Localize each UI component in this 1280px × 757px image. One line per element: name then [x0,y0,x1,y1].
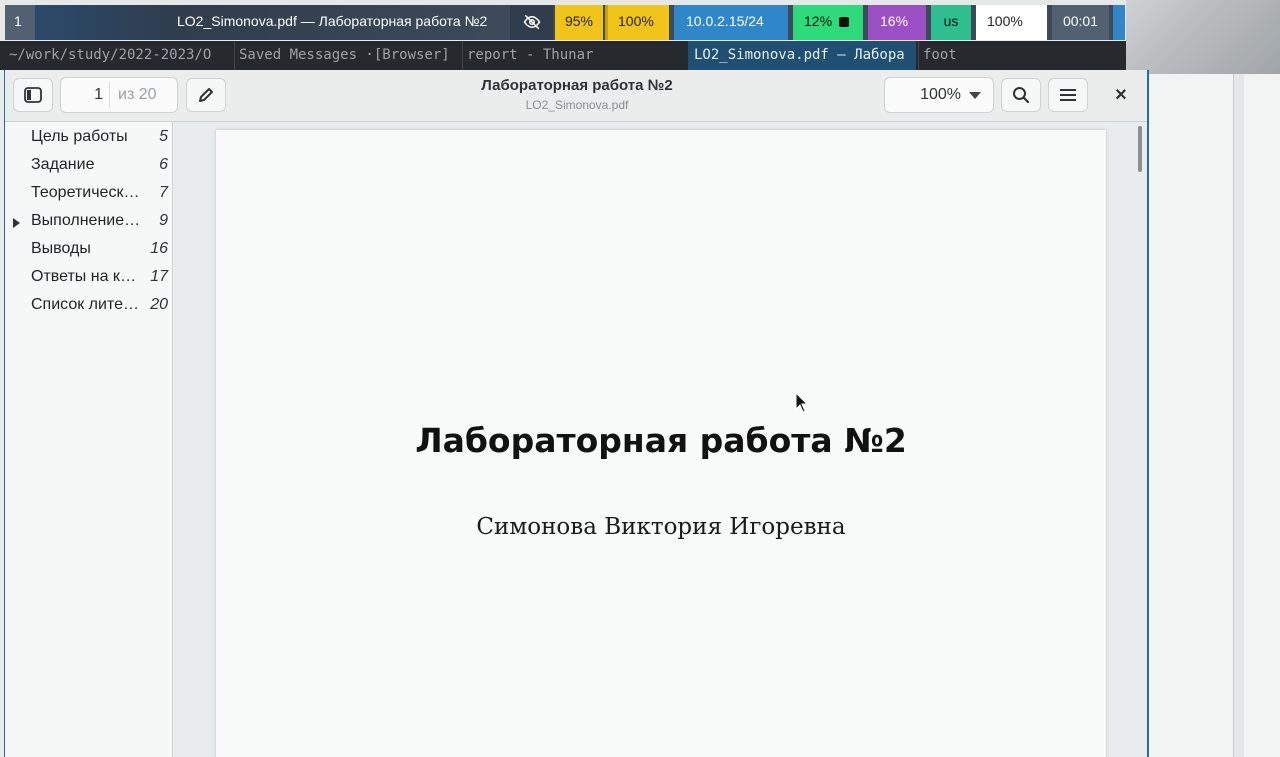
tab-browser[interactable]: Saved Messages ·[Browser] [234,41,462,70]
outline-item[interactable]: Список литературы 20 [5,292,172,320]
chevron-down-icon [969,92,981,99]
pencil-icon [199,88,213,102]
annotate-button[interactable] [186,78,226,112]
page-heading: Лабораторная работа №2 [415,421,907,460]
tab-terminal[interactable]: ~/work/study/2022-2023/O [5,41,233,70]
main-menu-button[interactable] [1048,78,1088,112]
tab-pdf-viewer[interactable]: LO2_Simonova.pdf — Лабора [688,41,916,70]
outline-item-label: Список литературы [31,296,141,313]
clock: 00:01 [1052,5,1109,40]
window-tab-strip: ~/work/study/2022-2023/O Saved Messages … [0,41,1126,70]
cpu-usage: 12% [793,5,863,40]
status-bar-segments: 1 LO2_Simonova.pdf — Лабораторная работа… [5,5,1125,40]
pdf-page: Лабораторная работа №2 Симонова Виктория… [216,130,1106,757]
tab-thunar[interactable]: report - Thunar [462,41,688,70]
outline-item-page: 6 [159,156,168,173]
page-total: из 20 [118,86,157,103]
system-status-bar: 1 LO2_Simonova.pdf — Лабораторная работа… [0,0,1280,40]
page-separator [109,82,110,108]
disk-usage: 95% [555,5,603,40]
document-viewport[interactable]: Лабораторная работа №2 Симонова Виктория… [173,122,1147,757]
outline-item-label: Ответы на контрольные вопросы [31,268,141,285]
search-button[interactable] [1001,78,1041,112]
sidebar-icon [24,87,42,103]
webcam-overlay [1126,0,1280,74]
outline-item-label: Выполнение лабораторной работы [31,212,141,229]
zoom-select[interactable]: 100% [884,77,994,113]
outline-item-label: Выводы [31,240,91,257]
network-address-text: 10.0.2.15/24 [686,13,764,29]
page-author: Симонова Виктория Игоревна [476,514,846,540]
outline-item-label: Цель работы [31,128,128,145]
outline-item[interactable]: Теоретические сведения 7 [5,180,172,208]
sidebar-toggle-button[interactable] [13,78,53,112]
hamburger-menu-icon [1060,89,1076,101]
outline-item-page: 5 [159,128,168,145]
vertical-scrollbar[interactable] [1138,126,1142,172]
document-filename: LO2_Simonova.pdf [525,98,629,112]
outline-item[interactable]: Выводы 16 [5,236,172,264]
header-bar: 1 из 20 Лабораторная работа №2 LO2_Simon… [5,70,1147,122]
outline-item[interactable]: Цель работы 5 [5,124,172,152]
tab-foot[interactable]: foot [918,41,1126,70]
zoom-value: 100% [920,86,961,103]
current-page-input[interactable]: 1 [61,78,103,112]
desktop-background [1149,74,1280,757]
focused-window-title: LO2_Simonova.pdf — Лабораторная работа №… [35,5,510,40]
outline-item[interactable]: Ответы на контрольные вопросы 17 [5,264,172,292]
outline-item-page: 17 [150,268,168,285]
outline-item-page: 20 [150,296,168,313]
mouse-cursor-icon [795,392,809,413]
cpu-usage-text: 12% [804,13,833,29]
outline-item[interactable]: Выполнение лабораторной работы 9 [5,208,172,236]
outline-item-label: Теоретические сведения [31,184,141,201]
status-overflow [1113,5,1125,40]
outline-item-page: 9 [159,212,168,229]
background-window-edge [1233,74,1244,757]
eye-off-icon[interactable] [510,5,553,40]
keyboard-layout[interactable]: us [931,5,971,40]
workspace-indicator[interactable]: 1 [5,5,35,40]
document-title: Лабораторная работа №2 [481,77,673,94]
outline-item-page: 7 [159,184,168,201]
cpu-chip-icon [838,17,849,27]
outline-item-page: 16 [150,240,168,257]
document-outline: Цель работы 5 Задание 6 Теоретические св… [5,122,173,757]
search-icon [1013,87,1030,104]
expand-arrow-icon[interactable] [13,218,20,228]
outline-item-label: Задание [31,156,95,173]
close-icon[interactable]: × [1105,82,1137,108]
page-navigator[interactable]: 1 из 20 [60,77,178,113]
network-address: 10.0.2.15/24 [674,5,788,40]
memory-usage: 16% [868,5,926,40]
volume-level[interactable]: 100% [605,5,669,40]
pdf-viewer-window: 1 из 20 Лабораторная работа №2 LO2_Simon… [4,70,1149,757]
battery-level: 100% [976,5,1047,40]
outline-item[interactable]: Задание 6 [5,152,172,180]
